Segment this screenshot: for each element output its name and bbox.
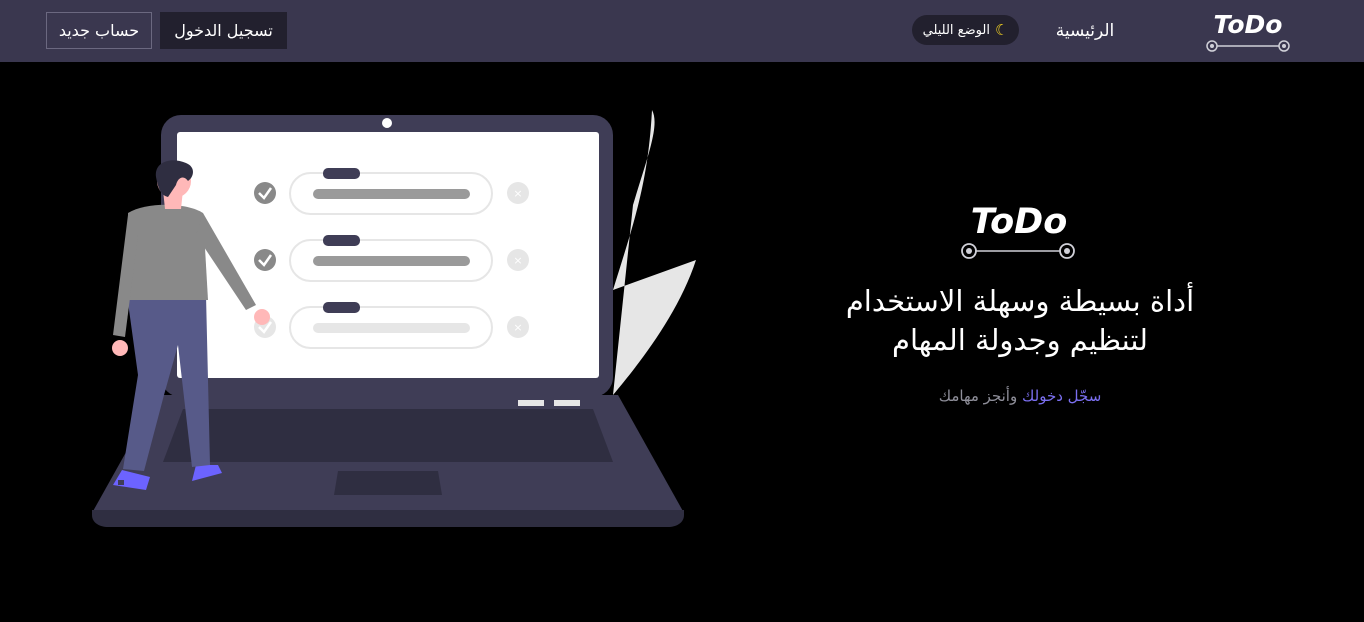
dark-mode-toggle[interactable]: الوضع الليلي ☾ bbox=[912, 15, 1019, 45]
hero-title-line-2: لتنظيم وجدولة المهام bbox=[892, 323, 1148, 357]
plant-leaf bbox=[613, 110, 696, 395]
svg-text:×: × bbox=[513, 254, 522, 267]
hero-title: أداة بسيطة وسهلة الاستخدام لتنظيم وجدولة… bbox=[760, 282, 1280, 360]
hero-title-line-1: أداة بسيطة وسهلة الاستخدام bbox=[845, 284, 1195, 318]
svg-text:×: × bbox=[513, 187, 522, 200]
brand-logo-text: ToDo bbox=[1214, 10, 1283, 39]
brand-logo[interactable]: ToDo bbox=[1200, 6, 1296, 56]
svg-text:×: × bbox=[513, 321, 522, 334]
hero-subtitle: سجّل دخولك وأنجز مهامك bbox=[760, 387, 1280, 405]
moon-icon: ☾ bbox=[994, 20, 1009, 39]
hero-subtitle-rest: وأنجز مهامك bbox=[938, 387, 1018, 405]
hero-logo: ToDo bbox=[961, 202, 1075, 259]
nav-home-link[interactable]: الرئيسية bbox=[1040, 18, 1130, 44]
register-button[interactable]: حساب جديد bbox=[46, 12, 152, 49]
hero-illustration: × × × bbox=[92, 110, 696, 527]
hero-logo-text: ToDo bbox=[971, 202, 1068, 242]
navbar: ToDo الرئيسية الوضع الليلي ☾ تسجيل الدخو… bbox=[0, 0, 1364, 62]
dark-mode-label: الوضع الليلي bbox=[922, 22, 990, 38]
login-button[interactable]: تسجيل الدخول bbox=[160, 12, 287, 49]
hero-login-link[interactable]: سجّل دخولك bbox=[1022, 387, 1101, 405]
